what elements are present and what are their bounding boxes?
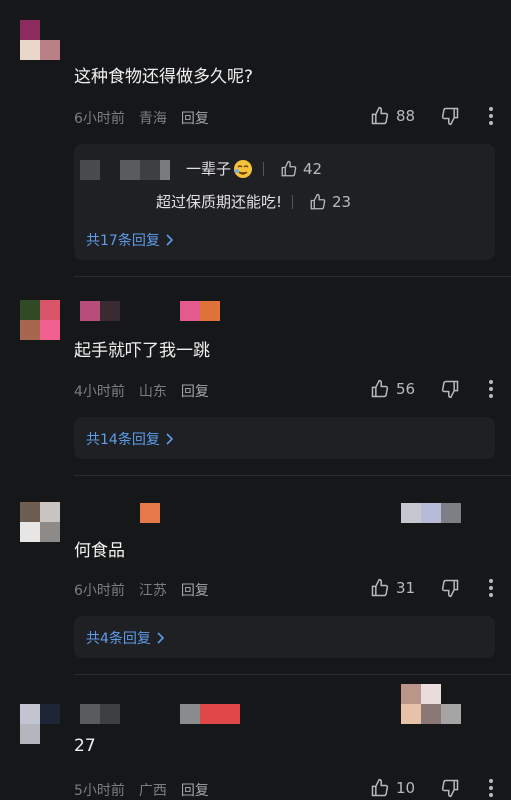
avatar[interactable]	[20, 502, 60, 542]
divider	[292, 194, 294, 209]
comment-text: 27	[74, 736, 96, 756]
more-options-icon[interactable]	[488, 578, 494, 598]
badge-image	[401, 503, 461, 523]
comment-time: 4小时前	[74, 384, 125, 400]
like-button[interactable]: 10	[370, 778, 440, 798]
username[interactable]	[80, 704, 240, 724]
sub-reply-2: 超过保质期还能吃! 23	[156, 191, 351, 212]
thumb-down-icon	[441, 380, 459, 399]
like-button[interactable]: 56	[370, 379, 440, 399]
like-button[interactable]: 42	[280, 160, 322, 178]
replies-box: 共4条回复	[74, 616, 495, 658]
chevron-right-icon	[166, 234, 173, 246]
view-more-replies-link[interactable]: 共17条回复	[86, 230, 174, 250]
avatar[interactable]	[20, 704, 60, 744]
badge-image	[401, 684, 461, 724]
more-options-icon[interactable]	[488, 106, 494, 126]
more-replies-label: 共17条回复	[86, 233, 160, 249]
like-count: 88	[396, 107, 416, 125]
avatar[interactable]	[20, 300, 60, 340]
divider	[74, 674, 511, 675]
comment-time: 6小时前	[74, 583, 125, 599]
comment-text: 起手就吓了我一跳	[74, 341, 210, 361]
comment-text: 这种食物还得做多久呢?	[74, 67, 254, 87]
thumb-up-icon	[371, 379, 389, 398]
divider	[74, 276, 511, 277]
thumb-down-icon	[441, 107, 459, 126]
thumb-up-icon	[371, 578, 389, 597]
comment-location: 青海	[138, 111, 167, 127]
like-button[interactable]: 23	[309, 193, 351, 211]
sub-reply-1: 一辈子 42	[186, 158, 322, 179]
divider	[74, 475, 511, 476]
like-button[interactable]: 31	[370, 578, 440, 598]
thumb-down-icon	[441, 579, 459, 598]
reply-button[interactable]: 回复	[181, 580, 209, 600]
dislike-button[interactable]	[440, 778, 488, 798]
thumb-up-icon	[310, 193, 326, 209]
crying-emoji-icon	[234, 159, 253, 178]
thumb-up-icon	[371, 106, 389, 125]
comment-text: 何食品	[74, 541, 125, 561]
reply-button[interactable]: 回复	[181, 108, 209, 128]
comment-time: 5小时前	[74, 783, 125, 799]
thumb-up-icon	[281, 160, 297, 176]
comment-meta: 6小时前 青海 回复	[74, 108, 209, 128]
thumb-up-icon	[371, 778, 389, 797]
comment-meta: 5小时前 广西 回复	[74, 780, 209, 800]
chevron-right-icon	[166, 433, 173, 445]
comment-actions: 31	[370, 578, 494, 598]
like-count: 56	[396, 380, 416, 398]
dislike-button[interactable]	[440, 578, 488, 598]
comment-time: 6小时前	[74, 111, 125, 127]
comment-location: 山东	[138, 384, 167, 400]
thumb-down-icon	[441, 779, 459, 798]
chevron-right-icon	[157, 632, 165, 644]
comment-actions: 56	[370, 379, 494, 399]
like-count: 23	[332, 192, 352, 211]
view-more-replies-link[interactable]: 共14条回复	[86, 429, 174, 449]
username[interactable]	[140, 503, 160, 523]
like-count: 10	[396, 779, 416, 797]
more-options-icon[interactable]	[488, 778, 494, 798]
like-count: 42	[303, 159, 323, 178]
sub-reply-text: 一辈子	[186, 160, 232, 178]
replies-box: 一辈子 42 超过保质期还能吃! 23 共17条回复	[74, 144, 495, 260]
more-replies-label: 共4条回复	[86, 631, 151, 647]
reply-button[interactable]: 回复	[181, 381, 209, 401]
comment-location: 广西	[138, 783, 167, 799]
reply-username	[80, 160, 170, 180]
comment-actions: 10	[370, 778, 494, 798]
like-button[interactable]: 88	[370, 106, 440, 126]
replies-box: 共14条回复	[74, 417, 495, 459]
like-count: 31	[396, 579, 416, 597]
sub-reply-text: 超过保质期还能吃!	[156, 193, 283, 211]
comment-meta: 6小时前 江苏 回复	[74, 580, 209, 600]
reply-button[interactable]: 回复	[181, 780, 209, 800]
comment-location: 江苏	[138, 583, 167, 599]
more-options-icon[interactable]	[488, 379, 494, 399]
divider	[263, 161, 265, 176]
username[interactable]	[80, 301, 220, 321]
more-replies-label: 共14条回复	[86, 432, 160, 448]
view-more-replies-link[interactable]: 共4条回复	[86, 628, 165, 648]
comment-actions: 88	[370, 106, 494, 126]
comment-meta: 4小时前 山东 回复	[74, 381, 209, 401]
dislike-button[interactable]	[440, 106, 488, 126]
avatar[interactable]	[20, 20, 60, 60]
dislike-button[interactable]	[440, 379, 488, 399]
